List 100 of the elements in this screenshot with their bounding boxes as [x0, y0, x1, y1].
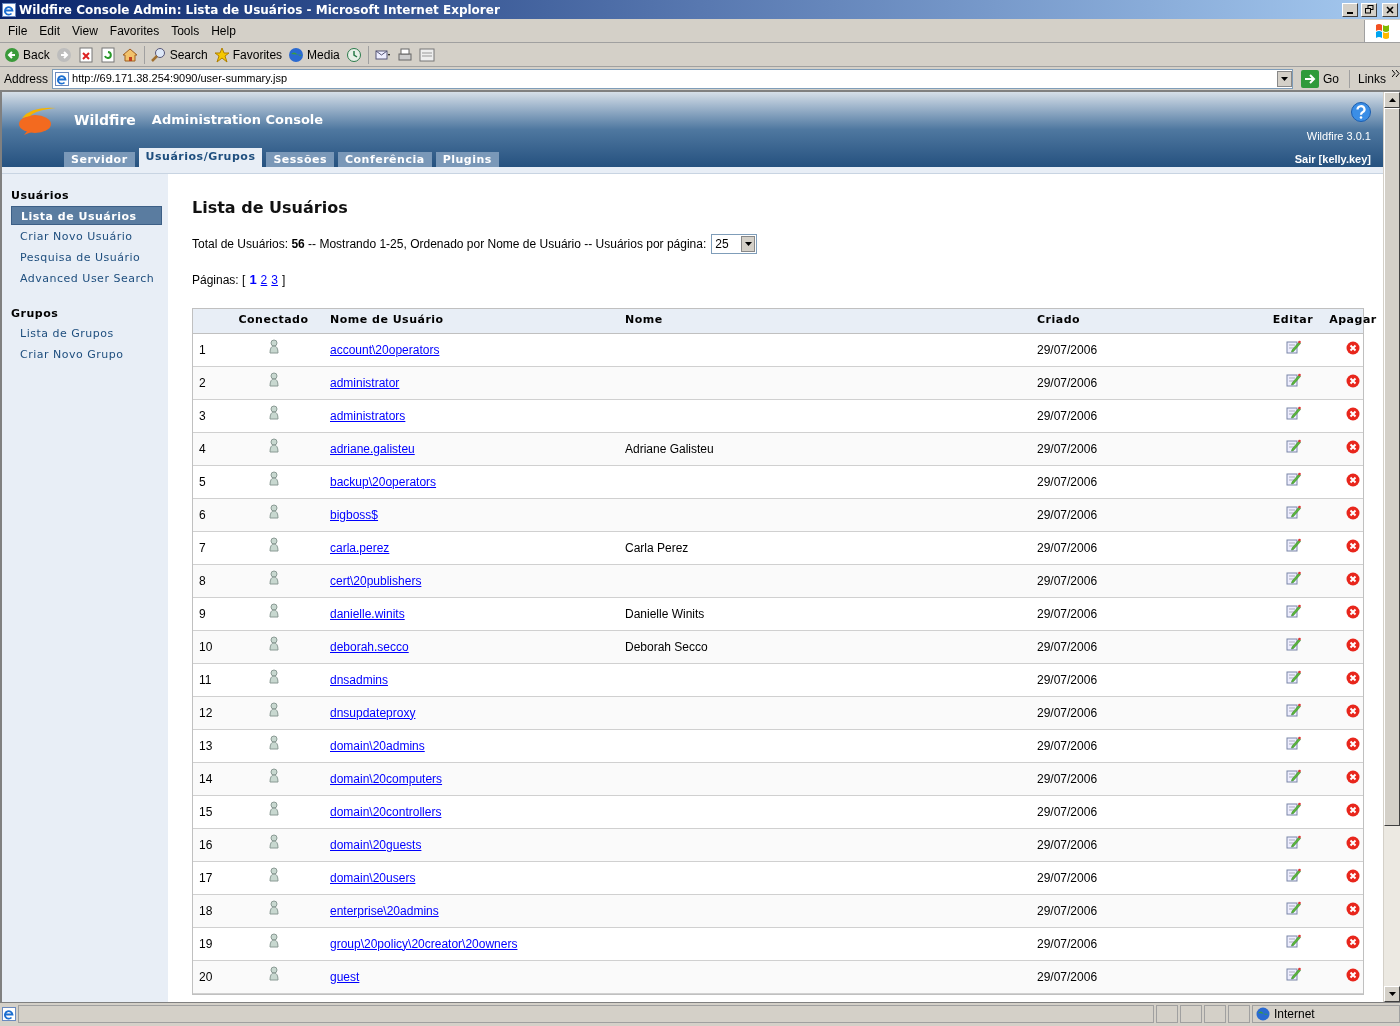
delete-icon[interactable]: [1346, 604, 1360, 619]
edit-icon[interactable]: [1285, 702, 1301, 717]
username-link[interactable]: deborah.secco: [330, 639, 409, 654]
delete-icon[interactable]: [1346, 406, 1360, 421]
delete-icon[interactable]: [1346, 736, 1360, 751]
edit-icon[interactable]: [1285, 867, 1301, 882]
edit-icon[interactable]: [1285, 768, 1301, 783]
delete-icon[interactable]: [1346, 967, 1360, 982]
menu-item[interactable]: File: [2, 21, 34, 40]
history-button[interactable]: [345, 46, 362, 63]
sidebar-link[interactable]: Criar Novo Grupo: [11, 345, 162, 364]
menu-item[interactable]: Tools: [165, 21, 206, 40]
edit-icon[interactable]: [1285, 735, 1301, 750]
refresh-button[interactable]: [99, 46, 116, 63]
username-link[interactable]: enterprise\20admins: [330, 903, 439, 918]
delete-icon[interactable]: [1346, 472, 1360, 487]
edit-icon[interactable]: [1285, 933, 1301, 948]
edit-icon[interactable]: [1285, 570, 1301, 585]
username-link[interactable]: guest: [330, 969, 360, 984]
print-button[interactable]: [396, 46, 413, 63]
edit-icon[interactable]: [1285, 372, 1301, 387]
edit-icon[interactable]: [1285, 636, 1301, 651]
username-link[interactable]: dnsupdateproxy: [330, 705, 416, 720]
username-link[interactable]: dnsadmins: [330, 672, 389, 687]
minimize-button[interactable]: [1342, 2, 1358, 17]
arrow-icon[interactable]: [1388, 992, 1396, 996]
username-link[interactable]: backup\20operators: [330, 474, 437, 489]
per-page-select[interactable]: 25: [711, 234, 758, 254]
username-link[interactable]: danielle.winits: [330, 606, 405, 621]
username-link[interactable]: domain\20admins: [330, 738, 425, 753]
edit-icon[interactable]: [1285, 603, 1301, 618]
edit-icon[interactable]: [1285, 471, 1301, 486]
menu-item[interactable]: Edit: [33, 21, 67, 40]
username-link[interactable]: adriane.galisteu: [330, 441, 415, 456]
logout-link[interactable]: Sair [kelly.key]: [1294, 150, 1371, 167]
page-link[interactable]: 2: [260, 270, 268, 289]
delete-icon[interactable]: [1346, 769, 1360, 784]
menu-item[interactable]: Help: [205, 21, 242, 40]
edit-icon[interactable]: [1285, 900, 1301, 915]
username-link[interactable]: administrators: [330, 408, 406, 423]
username-link[interactable]: domain\20controllers: [330, 804, 442, 819]
go-button[interactable]: Go: [1297, 69, 1350, 88]
edit-icon[interactable]: [1285, 405, 1301, 420]
delete-icon[interactable]: [1346, 373, 1360, 388]
delete-icon[interactable]: [1346, 868, 1360, 883]
delete-icon[interactable]: [1346, 505, 1360, 520]
username-link[interactable]: domain\20users: [330, 870, 416, 885]
column-header: Criado: [1037, 313, 1081, 327]
edit-icon[interactable]: [1285, 966, 1301, 981]
nav-tab[interactable]: Usuários/Grupos: [138, 148, 263, 167]
delete-icon[interactable]: [1346, 571, 1360, 586]
address-field[interactable]: http://69.171.38.254:9090/user-summary.jsp: [52, 68, 1293, 89]
edit-icon[interactable]: [1285, 537, 1301, 552]
media-button[interactable]: Media: [288, 45, 340, 64]
page-link[interactable]: 3: [271, 270, 278, 289]
delete-icon[interactable]: [1346, 670, 1360, 685]
created-date: 29/07/2006: [1037, 771, 1098, 786]
close-button[interactable]: [1382, 2, 1398, 17]
search-button[interactable]: Search: [150, 45, 208, 64]
delete-icon[interactable]: [1346, 439, 1360, 454]
username-link[interactable]: domain\20guests: [330, 837, 422, 852]
menu-item[interactable]: View: [66, 21, 104, 40]
username-link[interactable]: bigboss$: [330, 507, 379, 522]
sidebar-link[interactable]: Pesquisa de Usuário: [11, 248, 162, 267]
delete-icon[interactable]: [1346, 901, 1360, 916]
dropdown-arrow-icon[interactable]: [1281, 76, 1288, 81]
edit-icon[interactable]: [1285, 438, 1301, 453]
edit-icon[interactable]: [1285, 339, 1301, 354]
username-link[interactable]: group\20policy\20creator\20owners: [330, 936, 518, 951]
username-link[interactable]: account\20operators: [330, 342, 440, 357]
delete-icon[interactable]: [1346, 802, 1360, 817]
delete-icon[interactable]: [1346, 703, 1360, 718]
edit-icon[interactable]: [1285, 834, 1301, 849]
delete-icon[interactable]: [1346, 340, 1360, 355]
username-link[interactable]: administrator: [330, 375, 400, 390]
delete-icon[interactable]: [1346, 538, 1360, 553]
sidebar-link[interactable]: Advanced User Search: [11, 269, 162, 288]
delete-icon[interactable]: [1346, 934, 1360, 949]
sidebar-link[interactable]: Lista de Usuários: [11, 206, 162, 225]
username-link[interactable]: cert\20publishers: [330, 573, 422, 588]
arrow-icon[interactable]: [1388, 98, 1396, 102]
back-button[interactable]: Back: [4, 45, 50, 64]
brand-name: Wildfire: [74, 110, 136, 130]
menu-item[interactable]: Favorites: [103, 21, 166, 40]
username-link[interactable]: domain\20computers: [330, 771, 443, 786]
help-icon[interactable]: [1351, 102, 1371, 122]
home-button[interactable]: [121, 46, 138, 63]
favorites-button[interactable]: Favorites: [213, 45, 283, 64]
delete-icon[interactable]: [1346, 835, 1360, 850]
stop-button[interactable]: [77, 46, 94, 63]
sidebar-link[interactable]: Lista de Grupos: [11, 324, 162, 343]
edit-icon[interactable]: [1285, 669, 1301, 684]
restore-button[interactable]: [1361, 2, 1377, 17]
delete-icon[interactable]: [1346, 637, 1360, 652]
sidebar-link[interactable]: Criar Novo Usuário: [11, 227, 162, 246]
page-link[interactable]: 1: [249, 270, 257, 290]
username-link[interactable]: carla.perez: [330, 540, 390, 555]
edit-icon[interactable]: [1285, 801, 1301, 816]
edit-icon[interactable]: [1285, 504, 1301, 519]
links-button[interactable]: Links: [1354, 69, 1400, 88]
